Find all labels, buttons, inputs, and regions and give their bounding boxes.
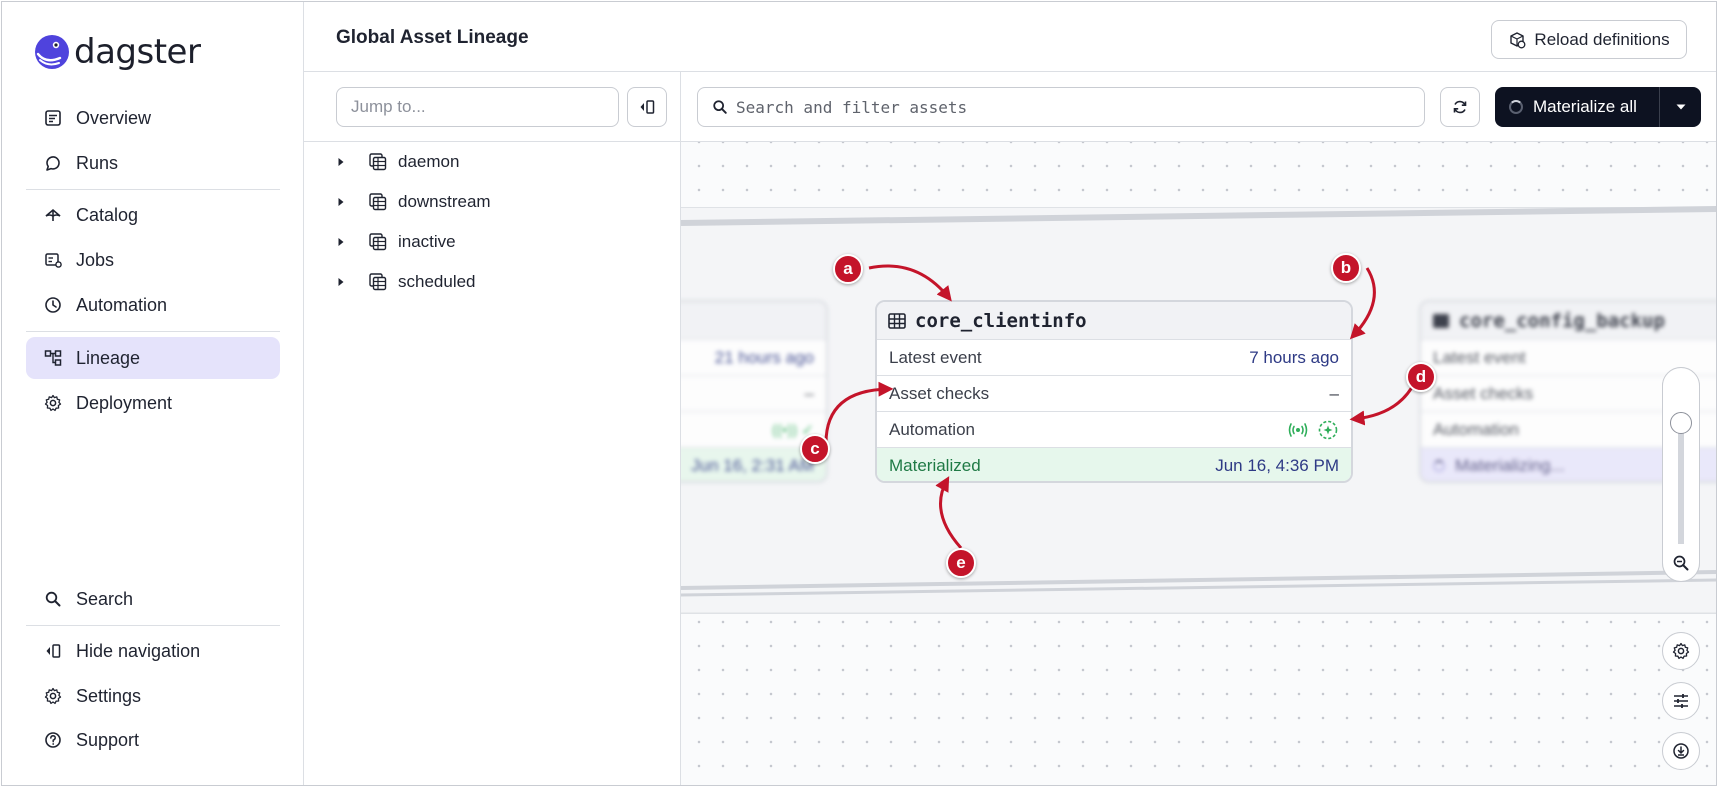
asset-search-input[interactable] [736, 97, 1396, 117]
reload-definitions-label: Reload definitions [1534, 29, 1670, 49]
zoom-slider-handle[interactable] [1670, 412, 1692, 434]
spinner-icon [1509, 100, 1523, 114]
download-icon [1673, 743, 1689, 759]
nav-jobs[interactable]: Jobs [26, 239, 280, 281]
annotation-badge-a: a [833, 254, 863, 284]
asset-group-icon [369, 233, 387, 251]
nav-label: Hide navigation [76, 640, 201, 661]
sliders-icon [1674, 694, 1688, 708]
annotation-badge-e: e [946, 548, 976, 578]
tree-group-item[interactable]: downstream [336, 187, 491, 217]
search-icon [713, 100, 727, 114]
hide-nav-icon [42, 640, 64, 662]
lineage-graph-canvas[interactable]: 21 hours ago – ((•)) ✓ Jun 16, 2:31 AM c… [681, 72, 1716, 785]
nav-settings[interactable]: Settings [26, 675, 280, 717]
sidebar: dagster Overview Runs Catalog Jobs Autom… [2, 2, 304, 785]
tree-group-label: inactive [398, 232, 456, 251]
runs-icon [42, 152, 64, 174]
zoom-slider-track [1678, 420, 1684, 550]
nav-label: Jobs [76, 249, 115, 270]
graph-settings-button[interactable] [1662, 632, 1700, 670]
overview-icon [42, 107, 64, 129]
nav-divider [26, 189, 280, 190]
caret-right-icon[interactable] [336, 277, 346, 287]
materialize-all-label: Materialize all [1533, 97, 1637, 116]
reload-icon [1510, 31, 1526, 48]
page-header: Global Asset Lineage Reload definitions [304, 2, 1716, 72]
chevron-down-icon [1676, 104, 1685, 110]
jobs-icon [42, 249, 64, 271]
help-icon [42, 729, 64, 751]
reload-definitions-button[interactable]: Reload definitions [1491, 20, 1687, 59]
materialize-all-button-group: Materialize all [1495, 87, 1701, 127]
nav-label: Overview [76, 107, 152, 128]
nav-divider [26, 331, 280, 332]
asset-search-box[interactable] [697, 87, 1425, 127]
page-title: Global Asset Lineage [336, 27, 529, 48]
zoom-out-button[interactable] [1662, 544, 1700, 582]
nav-label: Support [76, 729, 140, 750]
collapse-sidebar-button[interactable] [627, 87, 667, 127]
nav-divider [26, 625, 280, 626]
gear-icon [1672, 642, 1690, 660]
tree-group-item[interactable]: daemon [336, 147, 459, 177]
annotation-badge-d: d [1406, 362, 1436, 392]
nav-automation[interactable]: Automation [26, 284, 280, 326]
asset-group-icon [369, 153, 387, 171]
nav-deployment[interactable]: Deployment [26, 382, 280, 424]
nav-catalog[interactable]: Catalog [26, 194, 280, 236]
refresh-icon [1453, 100, 1467, 114]
search-icon [42, 588, 64, 610]
gear-icon [42, 685, 64, 707]
caret-right-icon[interactable] [336, 157, 346, 167]
tree-group-label: daemon [398, 152, 460, 171]
nav-overview[interactable]: Overview [26, 97, 280, 139]
logo-text: dagster [74, 32, 201, 72]
lineage-icon [42, 347, 64, 369]
dagster-logo-icon [35, 35, 69, 69]
graph-filters-button[interactable] [1662, 682, 1700, 720]
nav-label: Runs [76, 152, 119, 173]
collapse-panel-icon [640, 100, 655, 114]
tree-toolbar [304, 72, 681, 142]
nav-label: Automation [76, 294, 168, 315]
graph-toolbar: Materialize all [681, 72, 1716, 142]
nav-search[interactable]: Search [26, 578, 280, 620]
annotation-badge-c: c [800, 434, 830, 464]
caret-right-icon[interactable] [336, 197, 346, 207]
nav-label: Lineage [76, 347, 141, 368]
gear-icon [42, 392, 64, 414]
materialize-options-button[interactable] [1660, 87, 1701, 127]
app-window: dagster Overview Runs Catalog Jobs Autom… [1, 1, 1717, 786]
tree-group-item[interactable]: inactive [336, 227, 456, 257]
caret-right-icon[interactable] [336, 237, 346, 247]
catalog-icon [42, 204, 64, 226]
asset-group-tree: daemon downstream inactive scheduled [304, 72, 681, 785]
nav-label: Settings [76, 685, 142, 706]
jump-to-input[interactable] [336, 87, 619, 127]
asset-group-icon [369, 193, 387, 211]
nav-label: Catalog [76, 204, 139, 225]
asset-group-icon [369, 273, 387, 291]
nav-lineage[interactable]: Lineage [26, 337, 280, 379]
annotation-badge-b: b [1331, 253, 1361, 283]
nav-support[interactable]: Support [26, 719, 280, 761]
logo[interactable]: dagster [34, 32, 201, 72]
tree-group-label: scheduled [398, 272, 476, 291]
nav-hide-navigation[interactable]: Hide navigation [26, 630, 280, 672]
tree-group-item[interactable]: scheduled [336, 267, 476, 297]
zoom-out-icon [1673, 555, 1689, 570]
clock-icon [42, 294, 64, 316]
nav-runs[interactable]: Runs [26, 142, 280, 184]
tree-group-label: downstream [398, 192, 491, 211]
annotation-arrows [824, 264, 1421, 549]
nav-label: Search [76, 588, 134, 609]
nav-label: Deployment [76, 392, 173, 413]
download-graph-button[interactable] [1662, 732, 1700, 770]
materialize-all-button[interactable]: Materialize all [1495, 87, 1659, 127]
refresh-button[interactable] [1440, 87, 1480, 127]
